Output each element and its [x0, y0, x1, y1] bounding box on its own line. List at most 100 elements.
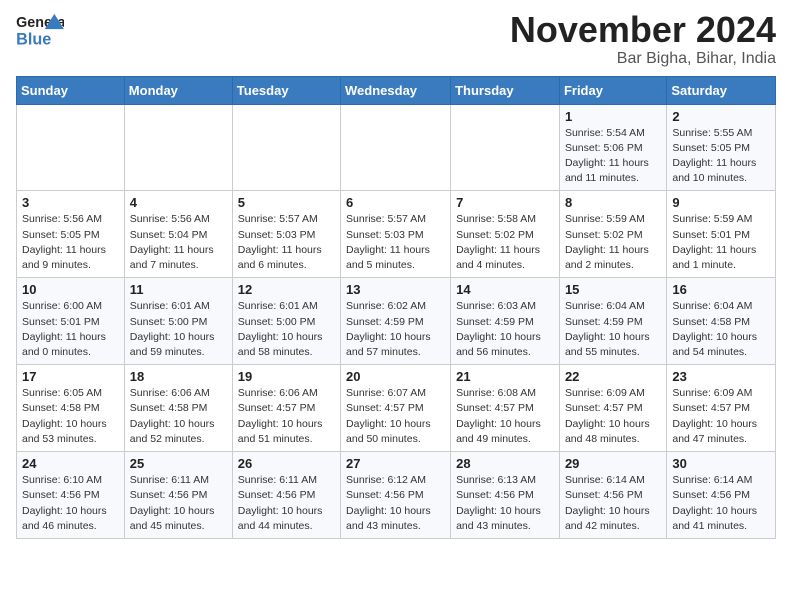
day-info: Sunrise: 5:56 AM Sunset: 5:04 PM Dayligh…	[130, 212, 227, 273]
day-info: Sunrise: 6:13 AM Sunset: 4:56 PM Dayligh…	[456, 473, 554, 534]
day-number: 27	[346, 456, 445, 471]
calendar-cell: 12 Sunrise: 6:01 AM Sunset: 5:00 PM Dayli…	[232, 278, 340, 365]
day-number: 15	[565, 282, 661, 297]
day-number: 20	[346, 369, 445, 384]
header-saturday: Saturday	[667, 76, 776, 104]
calendar-cell: 10 Sunrise: 6:00 AM Sunset: 5:01 PM Dayli…	[17, 278, 125, 365]
calendar-header-row: Sunday Monday Tuesday Wednesday Thursday…	[17, 76, 776, 104]
header: General Blue November 2024 Bar Bigha, Bi…	[16, 10, 776, 68]
calendar-cell	[232, 104, 340, 191]
week-row-2: 3 Sunrise: 5:56 AM Sunset: 5:05 PM Daylig…	[17, 191, 776, 278]
calendar-cell: 21Sunrise: 6:08 AM Sunset: 4:57 PM Dayli…	[451, 365, 560, 452]
day-number: 10	[22, 282, 119, 297]
day-number: 13	[346, 282, 445, 297]
calendar-cell: 6 Sunrise: 5:57 AM Sunset: 5:03 PM Daylig…	[341, 191, 451, 278]
calendar-cell: 15Sunrise: 6:04 AM Sunset: 4:59 PM Dayli…	[559, 278, 666, 365]
day-info: Sunrise: 6:07 AM Sunset: 4:57 PM Dayligh…	[346, 386, 445, 447]
location: Bar Bigha, Bihar, India	[510, 50, 776, 68]
day-info: Sunrise: 5:54 AM Sunset: 5:06 PM Dayligh…	[565, 126, 661, 187]
day-info: Sunrise: 5:56 AM Sunset: 5:05 PM Dayligh…	[22, 212, 119, 273]
day-number: 5	[238, 195, 335, 210]
calendar-cell: 30 Sunrise: 6:14 AM Sunset: 4:56 PM Dayli…	[667, 452, 776, 539]
logo-icon: General Blue	[16, 10, 64, 52]
day-number: 24	[22, 456, 119, 471]
day-number: 26	[238, 456, 335, 471]
week-row-5: 24 Sunrise: 6:10 AM Sunset: 4:56 PM Dayli…	[17, 452, 776, 539]
calendar-cell: 4 Sunrise: 5:56 AM Sunset: 5:04 PM Daylig…	[124, 191, 232, 278]
day-info: Sunrise: 6:00 AM Sunset: 5:01 PM Dayligh…	[22, 299, 119, 360]
day-number: 17	[22, 369, 119, 384]
day-info: Sunrise: 6:01 AM Sunset: 5:00 PM Dayligh…	[238, 299, 335, 360]
day-info: Sunrise: 5:59 AM Sunset: 5:02 PM Dayligh…	[565, 212, 661, 273]
day-number: 12	[238, 282, 335, 297]
calendar-cell: 13 Sunrise: 6:02 AM Sunset: 4:59 PM Dayli…	[341, 278, 451, 365]
calendar-cell	[17, 104, 125, 191]
header-friday: Friday	[559, 76, 666, 104]
day-info: Sunrise: 6:12 AM Sunset: 4:56 PM Dayligh…	[346, 473, 445, 534]
page: General Blue November 2024 Bar Bigha, Bi…	[0, 0, 792, 555]
calendar-cell: 9Sunrise: 5:59 AM Sunset: 5:01 PM Daylig…	[667, 191, 776, 278]
calendar-cell: 16 Sunrise: 6:04 AM Sunset: 4:58 PM Dayli…	[667, 278, 776, 365]
day-info: Sunrise: 5:57 AM Sunset: 5:03 PM Dayligh…	[346, 212, 445, 273]
day-info: Sunrise: 6:01 AM Sunset: 5:00 PM Dayligh…	[130, 299, 227, 360]
day-number: 9	[672, 195, 770, 210]
day-number: 25	[130, 456, 227, 471]
calendar-cell: 2Sunrise: 5:55 AM Sunset: 5:05 PM Daylig…	[667, 104, 776, 191]
day-info: Sunrise: 6:10 AM Sunset: 4:56 PM Dayligh…	[22, 473, 119, 534]
day-number: 8	[565, 195, 661, 210]
day-number: 14	[456, 282, 554, 297]
calendar-cell: 24 Sunrise: 6:10 AM Sunset: 4:56 PM Dayli…	[17, 452, 125, 539]
header-wednesday: Wednesday	[341, 76, 451, 104]
calendar-cell: 19 Sunrise: 6:06 AM Sunset: 4:57 PM Dayli…	[232, 365, 340, 452]
day-info: Sunrise: 6:04 AM Sunset: 4:58 PM Dayligh…	[672, 299, 770, 360]
day-number: 30	[672, 456, 770, 471]
day-number: 18	[130, 369, 227, 384]
day-number: 3	[22, 195, 119, 210]
week-row-1: 1 Sunrise: 5:54 AM Sunset: 5:06 PM Daylig…	[17, 104, 776, 191]
header-sunday: Sunday	[17, 76, 125, 104]
day-info: Sunrise: 6:11 AM Sunset: 4:56 PM Dayligh…	[130, 473, 227, 534]
day-info: Sunrise: 5:57 AM Sunset: 5:03 PM Dayligh…	[238, 212, 335, 273]
calendar-cell: 1 Sunrise: 5:54 AM Sunset: 5:06 PM Daylig…	[559, 104, 666, 191]
day-info: Sunrise: 6:11 AM Sunset: 4:56 PM Dayligh…	[238, 473, 335, 534]
day-number: 4	[130, 195, 227, 210]
calendar-cell	[341, 104, 451, 191]
logo: General Blue	[16, 10, 66, 52]
svg-text:Blue: Blue	[16, 30, 51, 48]
day-number: 6	[346, 195, 445, 210]
calendar-cell: 18 Sunrise: 6:06 AM Sunset: 4:58 PM Dayli…	[124, 365, 232, 452]
calendar-cell: 20 Sunrise: 6:07 AM Sunset: 4:57 PM Dayli…	[341, 365, 451, 452]
day-info: Sunrise: 6:06 AM Sunset: 4:57 PM Dayligh…	[238, 386, 335, 447]
day-info: Sunrise: 6:09 AM Sunset: 4:57 PM Dayligh…	[672, 386, 770, 447]
title-block: November 2024 Bar Bigha, Bihar, India	[510, 10, 776, 68]
calendar-cell: 3 Sunrise: 5:56 AM Sunset: 5:05 PM Daylig…	[17, 191, 125, 278]
calendar-cell: 29 Sunrise: 6:14 AM Sunset: 4:56 PM Dayli…	[559, 452, 666, 539]
calendar-cell	[451, 104, 560, 191]
calendar-cell: 17Sunrise: 6:05 AM Sunset: 4:58 PM Dayli…	[17, 365, 125, 452]
calendar-cell: 26 Sunrise: 6:11 AM Sunset: 4:56 PM Dayli…	[232, 452, 340, 539]
calendar-cell: 23 Sunrise: 6:09 AM Sunset: 4:57 PM Dayli…	[667, 365, 776, 452]
day-number: 22	[565, 369, 661, 384]
day-number: 29	[565, 456, 661, 471]
day-info: Sunrise: 6:14 AM Sunset: 4:56 PM Dayligh…	[672, 473, 770, 534]
calendar-cell: 27 Sunrise: 6:12 AM Sunset: 4:56 PM Dayli…	[341, 452, 451, 539]
day-number: 1	[565, 109, 661, 124]
day-number: 23	[672, 369, 770, 384]
header-thursday: Thursday	[451, 76, 560, 104]
calendar-cell: 28Sunrise: 6:13 AM Sunset: 4:56 PM Dayli…	[451, 452, 560, 539]
month-title: November 2024	[510, 10, 776, 50]
day-info: Sunrise: 6:08 AM Sunset: 4:57 PM Dayligh…	[456, 386, 554, 447]
day-info: Sunrise: 6:09 AM Sunset: 4:57 PM Dayligh…	[565, 386, 661, 447]
day-info: Sunrise: 6:02 AM Sunset: 4:59 PM Dayligh…	[346, 299, 445, 360]
day-number: 19	[238, 369, 335, 384]
calendar-cell: 7 Sunrise: 5:58 AM Sunset: 5:02 PM Daylig…	[451, 191, 560, 278]
calendar-cell: 11 Sunrise: 6:01 AM Sunset: 5:00 PM Dayli…	[124, 278, 232, 365]
day-info: Sunrise: 5:58 AM Sunset: 5:02 PM Dayligh…	[456, 212, 554, 273]
day-number: 11	[130, 282, 227, 297]
day-info: Sunrise: 6:14 AM Sunset: 4:56 PM Dayligh…	[565, 473, 661, 534]
calendar-cell	[124, 104, 232, 191]
day-number: 7	[456, 195, 554, 210]
day-number: 16	[672, 282, 770, 297]
calendar: Sunday Monday Tuesday Wednesday Thursday…	[16, 76, 776, 539]
day-info: Sunrise: 6:06 AM Sunset: 4:58 PM Dayligh…	[130, 386, 227, 447]
